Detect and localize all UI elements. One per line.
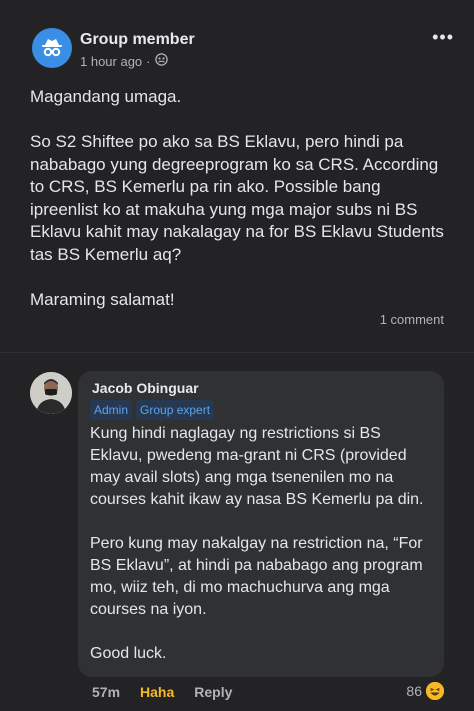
post-header: Group member 1 hour ago · ••• (32, 28, 454, 72)
comment-actions: 57m Haha Reply (92, 684, 232, 700)
post-paragraph: So S2 Shiftee po ako sa BS Eklavu, pero … (30, 132, 444, 264)
haha-emoji-icon (426, 682, 444, 700)
group-expert-badge: Group expert (136, 400, 215, 420)
comment-time[interactable]: 57m (92, 684, 120, 700)
post-paragraph: Maraming salamat! (30, 289, 175, 309)
post-time[interactable]: 1 hour ago (80, 54, 142, 69)
comment-paragraph: Good luck. (90, 645, 167, 662)
badges: Admin Group expert (90, 400, 215, 420)
comment-author[interactable]: Jacob Obinguar (92, 380, 199, 396)
more-options-icon[interactable]: ••• (432, 28, 454, 46)
reaction-count: 86 (406, 683, 422, 699)
divider (0, 352, 474, 353)
comment-text: Kung hindi naglagay ng restrictions si B… (90, 423, 430, 687)
comment-paragraph: Pero kung may nakalgay na restriction na… (90, 535, 423, 618)
group-icon (154, 53, 168, 69)
post-meta: 1 hour ago · (80, 53, 168, 69)
reaction-summary[interactable]: 86 (406, 682, 444, 700)
reply-button[interactable]: Reply (194, 684, 232, 700)
meta-separator: · (146, 53, 151, 69)
avatar[interactable] (30, 372, 72, 414)
comment-bubble: Jacob Obinguar Admin Group expert Kung h… (78, 371, 444, 677)
post-author[interactable]: Group member (80, 31, 195, 49)
anonymous-member-icon[interactable] (32, 28, 72, 68)
comment-paragraph: Kung hindi naglagay ng restrictions si B… (90, 425, 424, 508)
admin-badge: Admin (90, 400, 133, 420)
haha-reaction-button[interactable]: Haha (140, 684, 174, 700)
post-body: Magandang umaga. So S2 Shiftee po ako sa… (30, 86, 450, 334)
post-paragraph: Magandang umaga. (30, 87, 182, 106)
comment-count[interactable]: 1 comment (380, 312, 444, 327)
